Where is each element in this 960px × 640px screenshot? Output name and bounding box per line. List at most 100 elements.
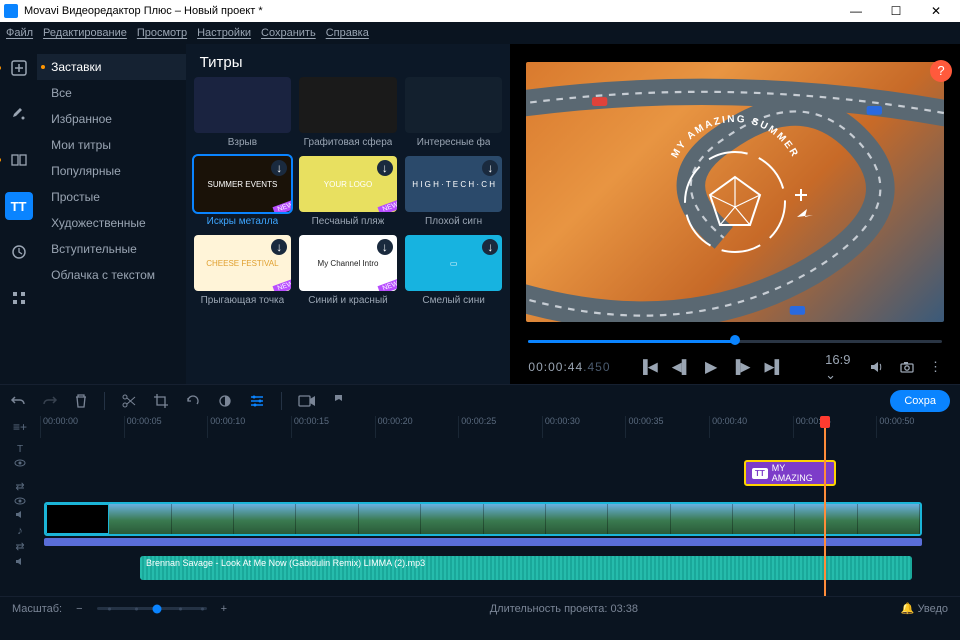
window-minimize-button[interactable]: — bbox=[836, 4, 876, 18]
title-clip-label: MY AMAZING bbox=[772, 463, 828, 483]
title-clip[interactable]: TT MY AMAZING bbox=[744, 460, 836, 486]
tile-thumb[interactable] bbox=[299, 77, 397, 133]
video-audio-lane[interactable] bbox=[44, 538, 922, 546]
titles-gallery: Титры ВзрывГрафитовая сфераИнтересные фа… bbox=[186, 44, 511, 384]
menu-file[interactable]: Файл bbox=[6, 27, 33, 39]
snapshot-button[interactable] bbox=[899, 359, 915, 375]
gallery-tile[interactable]: SUMMER EVENTS↓NEWИскры металла bbox=[194, 156, 292, 227]
video-clip[interactable] bbox=[44, 502, 922, 536]
download-icon[interactable]: ↓ bbox=[271, 239, 287, 255]
zoom-in-button[interactable]: + bbox=[221, 603, 227, 615]
rail-transitions-button[interactable] bbox=[5, 146, 33, 174]
track-visibility-icon[interactable] bbox=[14, 496, 26, 506]
undo-button[interactable] bbox=[10, 393, 26, 409]
gallery-tile[interactable]: My Channel Intro↓NEWСиний и красный bbox=[299, 235, 397, 306]
video-frame-thumb bbox=[359, 504, 421, 534]
notifications-button[interactable]: 🔔 Уведо bbox=[901, 602, 948, 615]
track-mute-icon[interactable] bbox=[15, 509, 26, 520]
timeline-ruler[interactable]: 00:00:0000:00:0500:00:1000:00:1500:00:20… bbox=[40, 416, 960, 438]
rail-effects-button[interactable] bbox=[5, 100, 33, 128]
preview-canvas[interactable]: MY AMAZING SUMMER bbox=[526, 62, 944, 322]
download-icon[interactable]: ↓ bbox=[271, 160, 287, 176]
tile-thumb[interactable]: CHEESE FESTIVAL↓NEW bbox=[194, 235, 292, 291]
menu-save[interactable]: Сохранить bbox=[261, 27, 316, 39]
clip-properties-button[interactable] bbox=[249, 393, 265, 409]
marker-button[interactable] bbox=[332, 393, 346, 409]
timeline: ≡+ 00:00:0000:00:0500:00:1000:00:1500:00… bbox=[0, 416, 960, 596]
export-button[interactable]: Сохра bbox=[890, 390, 950, 412]
color-adjust-button[interactable] bbox=[217, 393, 233, 409]
step-back-button[interactable]: ◀▌ bbox=[672, 359, 691, 375]
category-intros[interactable]: Заставки bbox=[37, 54, 185, 80]
preview-seekbar[interactable] bbox=[528, 330, 942, 350]
gallery-tile[interactable]: ▭↓ Смелый сини bbox=[405, 235, 503, 306]
tile-thumb[interactable]: ▭↓ bbox=[405, 235, 503, 291]
aspect-ratio-dropdown[interactable]: 16:9 ⌄ bbox=[825, 352, 855, 383]
zoom-out-button[interactable]: − bbox=[76, 603, 82, 615]
rail-stickers-button[interactable] bbox=[5, 238, 33, 266]
gallery-tile[interactable]: CHEESE FESTIVAL↓NEWПрыгающая точка bbox=[194, 235, 292, 306]
category-my-titles[interactable]: Мои титры bbox=[37, 132, 185, 158]
record-button[interactable] bbox=[298, 394, 316, 408]
gallery-tile[interactable]: H I G H · T E C H · C H↓Плохой сигн bbox=[405, 156, 503, 227]
category-opening[interactable]: Вступительные bbox=[37, 236, 185, 262]
track-mute-icon[interactable] bbox=[15, 556, 26, 567]
menu-edit[interactable]: Редактирование bbox=[43, 27, 127, 39]
menu-settings[interactable]: Настройки bbox=[197, 27, 251, 39]
category-simple[interactable]: Простые bbox=[37, 184, 185, 210]
gallery-tile[interactable]: Графитовая сфера bbox=[299, 77, 397, 148]
rail-import-button[interactable] bbox=[5, 54, 33, 82]
crop-button[interactable] bbox=[153, 393, 169, 409]
tile-thumb[interactable] bbox=[194, 77, 292, 133]
delete-button[interactable] bbox=[74, 393, 88, 409]
help-button[interactable]: ? bbox=[930, 60, 952, 82]
audio-clip[interactable]: Brennan Savage - Look At Me Now (Gabidul… bbox=[140, 556, 912, 580]
category-popular[interactable]: Популярные bbox=[37, 158, 185, 184]
tile-thumb[interactable]: SUMMER EVENTS↓NEW bbox=[194, 156, 292, 212]
video-frame-thumb bbox=[46, 504, 109, 534]
window-close-button[interactable]: ✕ bbox=[916, 4, 956, 18]
track-link-icon[interactable]: ⇄ bbox=[15, 480, 24, 493]
volume-button[interactable] bbox=[869, 359, 885, 375]
tile-thumb[interactable]: YOUR LOGO↓NEW bbox=[299, 156, 397, 212]
add-track-button[interactable]: ≡+ bbox=[0, 416, 40, 438]
skip-end-button[interactable]: ▶▌ bbox=[764, 359, 783, 375]
redo-button[interactable] bbox=[42, 393, 58, 409]
category-artistic[interactable]: Художественные bbox=[37, 210, 185, 236]
download-icon[interactable]: ↓ bbox=[377, 239, 393, 255]
split-button[interactable] bbox=[121, 393, 137, 409]
preview-more-button[interactable]: ⋮ bbox=[929, 359, 942, 375]
title-track: T TT MY AMAZING bbox=[0, 438, 960, 474]
skip-start-button[interactable]: ▐◀ bbox=[639, 359, 658, 375]
tile-thumb[interactable]: My Channel Intro↓NEW bbox=[299, 235, 397, 291]
zoom-slider[interactable] bbox=[97, 607, 207, 610]
download-icon[interactable]: ↓ bbox=[482, 160, 498, 176]
tile-thumb[interactable]: H I G H · T E C H · C H↓ bbox=[405, 156, 503, 212]
track-link-icon[interactable]: ⇄ bbox=[15, 540, 24, 553]
category-speech-bubbles[interactable]: Облачка с текстом bbox=[37, 262, 185, 288]
category-favorites[interactable]: Избранное bbox=[37, 106, 185, 132]
rail-titles-button[interactable]: TT bbox=[5, 192, 33, 220]
video-frame-thumb bbox=[608, 504, 670, 534]
ruler-tick: 00:00:35 bbox=[625, 416, 709, 438]
tile-label: Смелый сини bbox=[422, 295, 484, 306]
gallery-tile[interactable]: Интересные фа bbox=[405, 77, 503, 148]
rotate-button[interactable] bbox=[185, 393, 201, 409]
window-maximize-button[interactable]: ☐ bbox=[876, 4, 916, 18]
menu-help[interactable]: Справка bbox=[326, 27, 369, 39]
step-forward-button[interactable]: ▐▶ bbox=[731, 359, 750, 375]
category-all[interactable]: Все bbox=[37, 80, 185, 106]
download-icon[interactable]: ↓ bbox=[482, 239, 498, 255]
ruler-tick: 00:00:15 bbox=[291, 416, 375, 438]
gallery-tile[interactable]: YOUR LOGO↓NEWПесчаный пляж bbox=[299, 156, 397, 227]
preview-controls: 00:00:44.450 ▐◀ ◀▌ ▶ ▐▶ ▶▌ 16:9 ⌄ ⋮ bbox=[510, 350, 960, 384]
video-frame-thumb bbox=[795, 504, 857, 534]
play-button[interactable]: ▶ bbox=[705, 357, 717, 377]
download-icon[interactable]: ↓ bbox=[377, 160, 393, 176]
menu-view[interactable]: Просмотр bbox=[137, 27, 187, 39]
rail-more-button[interactable] bbox=[5, 284, 33, 312]
tile-thumb[interactable] bbox=[405, 77, 503, 133]
track-visibility-icon[interactable] bbox=[14, 458, 26, 468]
new-badge: NEW bbox=[272, 199, 291, 212]
gallery-tile[interactable]: Взрыв bbox=[194, 77, 292, 148]
